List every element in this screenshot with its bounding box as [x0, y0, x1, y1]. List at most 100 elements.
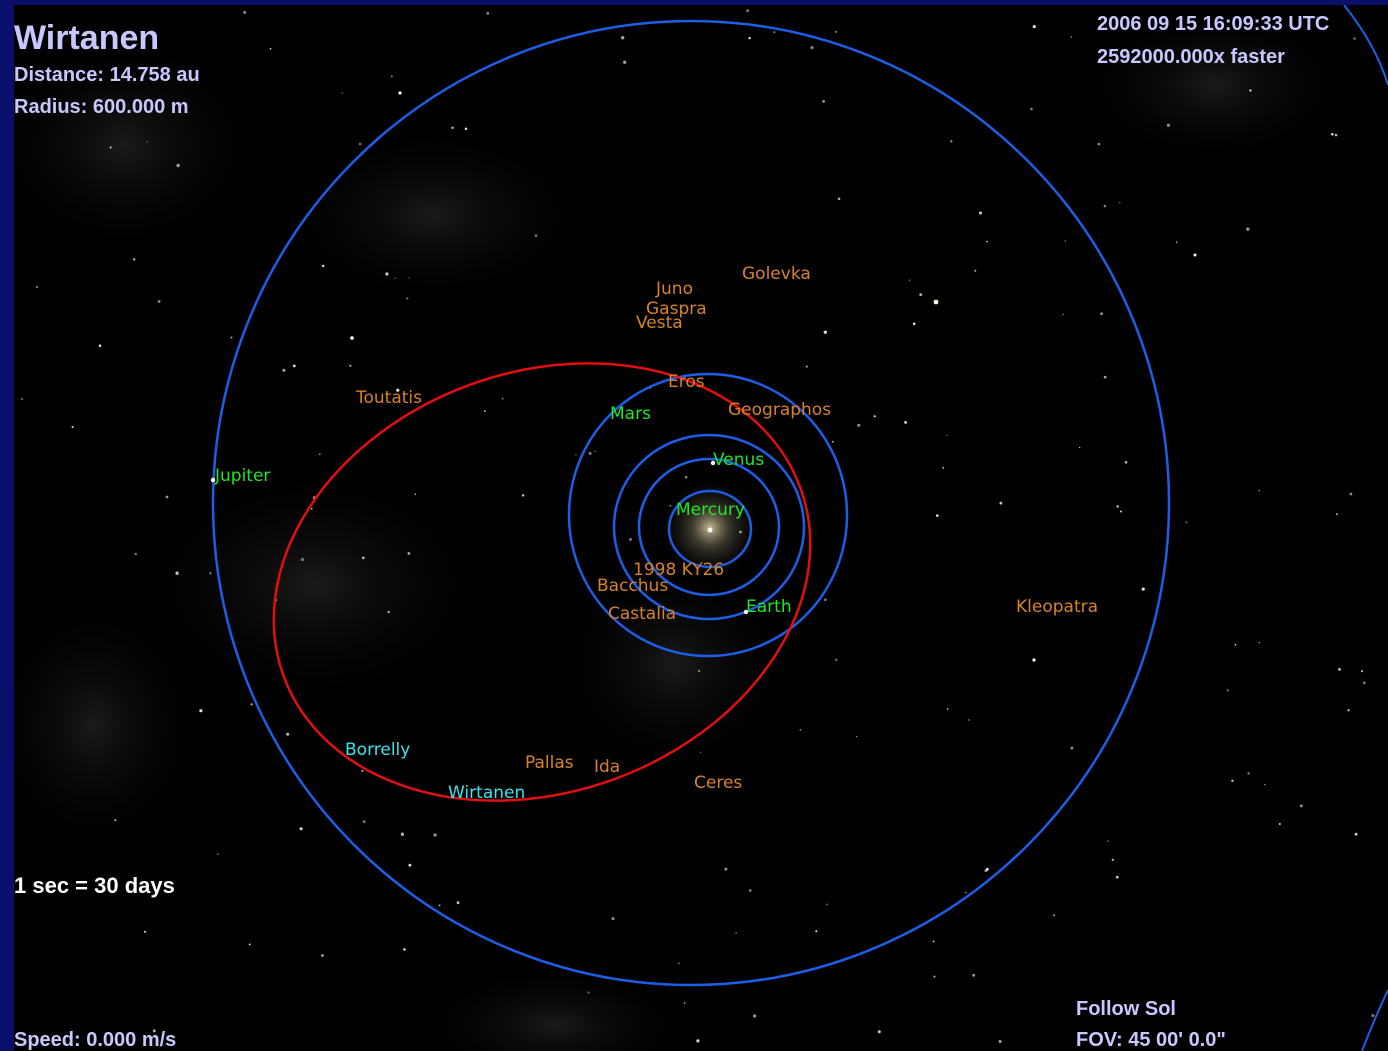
- label-earth[interactable]: Earth: [746, 599, 792, 616]
- star: [805, 365, 808, 368]
- star: [286, 732, 290, 736]
- label-geographos[interactable]: Geographos: [728, 402, 831, 419]
- star: [999, 501, 1003, 505]
- star: [904, 420, 908, 424]
- star: [823, 330, 827, 334]
- star: [456, 901, 460, 905]
- label-ida[interactable]: Ida: [594, 759, 620, 776]
- star: [1246, 227, 1250, 231]
- selected-object-name: Wirtanen: [14, 19, 160, 57]
- star: [1175, 241, 1178, 243]
- star: [134, 553, 137, 556]
- label-venus[interactable]: Venus: [713, 452, 764, 469]
- bright-star: [1193, 253, 1197, 257]
- star: [1185, 521, 1188, 524]
- star: [144, 930, 146, 933]
- label-vesta[interactable]: Vesta: [636, 315, 683, 332]
- star: [310, 507, 313, 510]
- label-mercury[interactable]: Mercury: [676, 502, 745, 519]
- star: [1141, 587, 1145, 591]
- star: [950, 140, 953, 143]
- star: [1103, 375, 1107, 379]
- star: [349, 364, 352, 367]
- star: [623, 60, 627, 64]
- bright-star: [933, 299, 939, 305]
- selected-object-distance: Distance: 14.758 au: [14, 64, 200, 86]
- star: [799, 729, 801, 731]
- label-mars[interactable]: Mars: [610, 406, 651, 423]
- label-borrelly[interactable]: Borrelly: [345, 742, 410, 759]
- star: [1360, 669, 1364, 673]
- sky-canvas[interactable]: [14, 5, 1388, 1051]
- label-golevka[interactable]: Golevka: [742, 266, 811, 283]
- star: [1264, 783, 1266, 786]
- space-viewport[interactable]: Wirtanen Distance: 14.758 au Radius: 600…: [14, 5, 1388, 1051]
- star: [321, 264, 325, 268]
- star: [20, 397, 24, 401]
- star: [451, 126, 454, 129]
- star: [385, 272, 389, 276]
- label-castalia[interactable]: Castalia: [608, 606, 676, 623]
- star: [575, 454, 577, 456]
- label-toutatis[interactable]: Toutatis: [356, 390, 422, 407]
- label-juno[interactable]: Juno: [656, 281, 693, 298]
- star: [438, 904, 441, 907]
- selected-object-radius: Radius: 600.000 m: [14, 96, 189, 118]
- star: [1354, 832, 1358, 836]
- label-eros[interactable]: Eros: [668, 374, 705, 391]
- star: [403, 948, 406, 951]
- star: [972, 973, 976, 977]
- star: [1116, 875, 1119, 879]
- star: [1258, 641, 1260, 644]
- star: [685, 476, 688, 479]
- star: [1278, 823, 1281, 825]
- star: [974, 269, 977, 272]
- star: [1347, 709, 1350, 712]
- star: [696, 1039, 700, 1043]
- star: [773, 31, 776, 34]
- star: [946, 434, 948, 437]
- star: [587, 991, 590, 994]
- star: [209, 572, 212, 575]
- star: [282, 368, 286, 372]
- star: [1103, 204, 1107, 208]
- speed-readout: Speed: 0.000 m/s: [14, 1029, 177, 1051]
- star: [165, 495, 169, 499]
- star: [320, 954, 324, 957]
- star: [358, 142, 362, 146]
- label-kleopatra[interactable]: Kleopatra: [1016, 599, 1098, 616]
- star: [408, 863, 412, 867]
- star: [217, 853, 219, 855]
- time-scale-label: 1 sec = 30 days: [14, 873, 175, 898]
- star: [98, 344, 102, 347]
- label-jupiter[interactable]: Jupiter: [215, 468, 270, 485]
- star: [1258, 489, 1260, 492]
- label-bacchus[interactable]: Bacchus: [597, 578, 668, 595]
- star: [292, 364, 296, 368]
- star: [835, 30, 838, 33]
- star: [394, 277, 396, 279]
- bright-star: [1032, 658, 1036, 662]
- star: [985, 867, 989, 871]
- star: [873, 415, 876, 418]
- star: [1249, 89, 1252, 92]
- star: [831, 440, 834, 443]
- star: [406, 297, 409, 300]
- label-pallas[interactable]: Pallas: [525, 755, 574, 772]
- star: [978, 211, 983, 215]
- star: [1107, 840, 1109, 843]
- star: [1299, 804, 1303, 808]
- label-wirtanen[interactable]: Wirtanen: [448, 785, 525, 802]
- star: [1062, 313, 1064, 316]
- star: [248, 943, 251, 946]
- star: [534, 234, 538, 238]
- label-ceres[interactable]: Ceres: [694, 775, 742, 792]
- star: [748, 36, 751, 40]
- star: [361, 556, 365, 560]
- star: [1231, 779, 1234, 782]
- star: [835, 658, 838, 662]
- star: [968, 719, 970, 721]
- star: [724, 867, 728, 871]
- star: [176, 163, 180, 168]
- star: [250, 703, 253, 706]
